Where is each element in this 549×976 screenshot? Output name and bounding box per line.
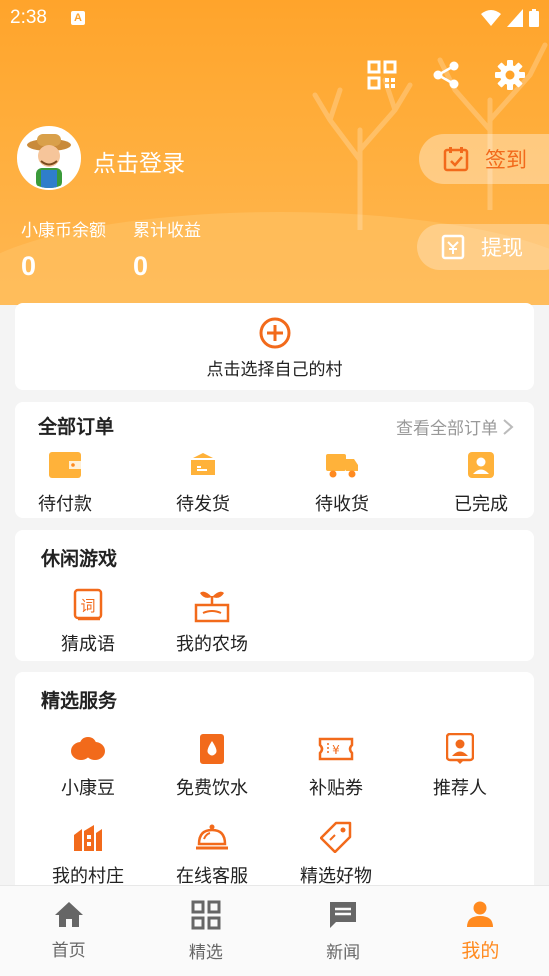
balance-stat: 小康币余额 0 [21,216,106,282]
service-bell-icon [196,824,228,850]
delivery-truck-icon [326,454,358,478]
withdraw-button[interactable]: 提现 [417,224,549,270]
completed-badge-icon [468,452,494,478]
orders-title: 全部订单 [38,416,115,438]
nav-news-label: 新闻 [326,943,361,963]
battery-icon [529,9,539,27]
sprout-farm-icon [194,591,230,623]
settings-gear-icon[interactable] [493,58,527,92]
select-village-card[interactable]: 点击选择自己的村 [15,303,534,390]
earnings-value: 0 [133,251,149,281]
svg-text:¥: ¥ [332,743,340,757]
nav-featured-label: 精选 [188,943,223,963]
coupon-icon: ¥ [318,737,354,761]
referrer-badge-icon [446,733,474,764]
village-building-icon [74,825,102,851]
order-pending-receipt[interactable]: 待收货 [282,448,402,516]
wallet-icon [49,452,81,478]
water-drop-icon [200,734,224,764]
header-actions [365,58,527,92]
news-chat-icon [330,902,357,928]
svg-text:词: 词 [80,597,95,615]
view-all-orders-label: 查看全部订单 [396,419,498,439]
order-pending-payment-label: 待付款 [38,494,92,515]
status-notification-icon: A [71,11,85,25]
service-subsidy-coupon-label: 补贴券 [309,778,363,799]
service-free-water-label: 免费饮水 [176,778,248,799]
services-title: 精选服务 [41,690,118,712]
service-free-water[interactable]: 免费饮水 [152,732,272,800]
qr-code-icon[interactable] [365,58,399,92]
nav-mine-label: 我的 [461,940,500,962]
select-village-label: 点击选择自己的村 [206,360,343,380]
service-subsidy-coupon[interactable]: ¥ 补贴券 [276,732,396,800]
service-my-village[interactable]: 我的村庄 [28,820,148,888]
game-my-farm[interactable]: 我的农场 [152,588,272,656]
service-referrer[interactable]: 推荐人 [400,732,520,800]
order-pending-shipment[interactable]: 待发货 [143,448,263,516]
service-xiaokang-beans-label: 小康豆 [61,778,115,799]
status-bar: 2:38 A [0,0,549,36]
earnings-stat: 累计收益 0 [133,216,201,282]
order-pending-payment[interactable]: 待付款 [5,448,125,516]
withdraw-cash-icon [441,234,465,260]
person-icon [467,901,494,927]
nav-home-label: 首页 [51,941,86,961]
service-online-support[interactable]: 在线客服 [152,820,272,888]
game-guess-idiom-label: 猜成语 [61,634,115,655]
beans-icon [71,737,105,760]
nav-home[interactable]: 首页 [0,886,137,976]
withdraw-label: 提现 [481,236,523,260]
idiom-book-icon: 词 [73,588,103,621]
signal-icon [507,9,523,27]
balance-label: 小康币余额 [21,221,106,241]
home-icon [54,902,83,927]
wifi-icon [481,10,501,26]
earnings-label: 累计收益 [133,221,201,241]
status-time: 2:38 [10,7,47,28]
avatar[interactable] [17,126,81,190]
price-tag-icon [320,821,352,853]
games-title: 休闲游戏 [41,548,118,570]
view-all-orders-link[interactable]: 查看全部订单 [396,414,514,439]
game-my-farm-label: 我的农场 [176,634,248,655]
chevron-right-icon [503,418,514,435]
orders-card: 全部订单 查看全部订单 待付款 待发货 待收货 已完成 [15,402,534,518]
nav-news[interactable]: 新闻 [275,886,412,976]
bottom-nav: 首页 精选 新闻 我的 [0,885,549,976]
calendar-check-icon [443,147,469,172]
package-box-icon [191,453,215,475]
share-icon[interactable] [429,58,463,92]
order-completed-label: 已完成 [454,494,508,515]
nav-mine[interactable]: 我的 [412,886,549,976]
service-referrer-label: 推荐人 [433,778,487,799]
service-selected-goods[interactable]: 精选好物 [276,820,396,888]
games-card: 休闲游戏 词 猜成语 我的农场 [15,530,534,661]
add-circle-icon [259,317,291,349]
game-guess-idiom[interactable]: 词 猜成语 [28,588,148,656]
services-card: 精选服务 小康豆 免费饮水 ¥ 补贴券 推荐人 我的村庄 在线客服 精选好物 [15,672,534,892]
grid-icon [191,900,221,930]
order-pending-receipt-label: 待收货 [315,494,369,515]
order-completed[interactable]: 已完成 [421,448,541,516]
checkin-label: 签到 [485,148,527,172]
service-xiaokang-beans[interactable]: 小康豆 [28,732,148,800]
checkin-button[interactable]: 签到 [419,134,549,184]
profile-header: 2:38 A 点击登录 签到 提现 小康币余额 0 累计收益 0 [0,0,549,305]
nav-featured[interactable]: 精选 [137,886,274,976]
status-icons [481,9,539,27]
order-pending-shipment-label: 待发货 [176,494,230,515]
balance-value: 0 [21,251,37,281]
login-link[interactable]: 点击登录 [93,144,185,178]
